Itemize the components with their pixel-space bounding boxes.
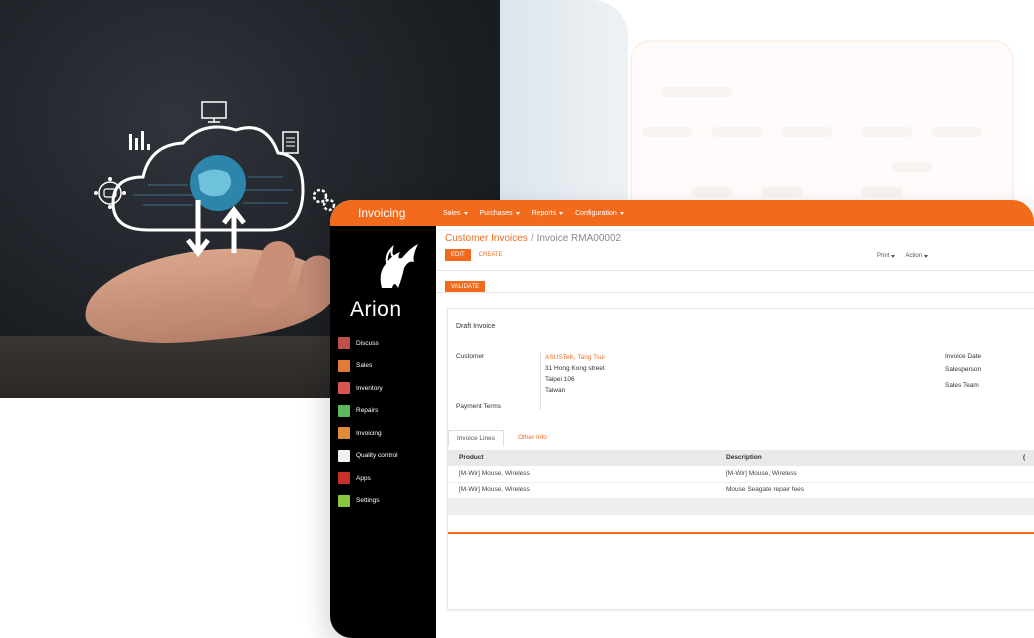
- box-icon: [338, 382, 350, 395]
- sidebar-item-repairs[interactable]: Repairs: [338, 400, 398, 423]
- nav-reports-label: Reports: [531, 209, 557, 217]
- apps-icon: [338, 472, 350, 485]
- top-navbar: Invoicing Sales Purchases Reports Config…: [330, 200, 1034, 226]
- nav-configuration-label: Configuration: [575, 209, 617, 217]
- chevron-down-icon: [515, 211, 520, 215]
- nav-sales-label: Sales: [443, 209, 461, 217]
- nav-reports[interactable]: Reports: [532, 210, 564, 217]
- table-row[interactable]: [M-Wir] Mouse, Wireless Mouse Seagate re…: [448, 482, 1034, 499]
- main-content: Customer Invoices / Invoice RMA00002 EDIT …: [436, 226, 1034, 638]
- sidebar-item-label: Sales: [356, 362, 373, 370]
- sidebar-item-label: Inventory: [356, 384, 383, 392]
- form-tabs: Invoice Lines Other Info: [448, 427, 1034, 449]
- divider: [436, 270, 1034, 271]
- sidebar-item-sales[interactable]: Sales: [338, 355, 398, 378]
- bar-chart-icon: [129, 131, 150, 150]
- customer-label: Customer: [456, 353, 485, 360]
- pegasus-logo-icon: [380, 244, 418, 288]
- customer-field: ASUSTeK, Tang Tsui 31 Hong Kong street T…: [540, 352, 605, 410]
- breadcrumb-current: Invoice RMA00002: [536, 233, 622, 244]
- sidebar-item-invoicing[interactable]: Invoicing: [338, 422, 398, 445]
- print-label: Print: [877, 253, 890, 259]
- app-brand[interactable]: Invoicing: [358, 206, 443, 220]
- record-actions: Print Action: [877, 253, 929, 259]
- sidebar-item-discuss[interactable]: Discuss: [338, 332, 398, 355]
- create-button[interactable]: CREATE: [477, 249, 505, 261]
- section-divider: [448, 532, 1034, 534]
- sidebar-item-label: Repairs: [356, 407, 379, 415]
- invoicing-app-window: Invoicing Sales Purchases Reports Config…: [330, 200, 1034, 638]
- sidebar: Arion Discuss Sales Inventory Repairs In…: [330, 226, 436, 638]
- divider: [436, 292, 1034, 293]
- form-buttons: EDIT CREATE: [445, 249, 505, 261]
- address-line-1: 31 Hong Kong street: [545, 365, 605, 372]
- sidebar-item-apps[interactable]: Apps: [338, 467, 398, 490]
- gear-icon: [338, 494, 350, 507]
- checklist-icon: [338, 449, 350, 462]
- nav-configuration[interactable]: Configuration: [575, 210, 624, 217]
- nav-purchases-label: Purchases: [479, 209, 513, 217]
- column-product[interactable]: Product: [459, 454, 484, 461]
- chevron-down-icon: [463, 211, 468, 215]
- chevron-down-icon: [619, 211, 624, 215]
- sidebar-item-quality-control[interactable]: Quality control: [338, 445, 398, 468]
- document-icon: [282, 131, 299, 154]
- chat-icon: [338, 337, 350, 350]
- chevron-down-icon: [924, 254, 929, 258]
- action-label: Action: [905, 253, 923, 259]
- breadcrumb-separator: /: [530, 233, 534, 244]
- background-ghost-panel: [630, 40, 1014, 214]
- invoice-form-sheet: Draft Invoice Customer ASUSTeK, Tang Tsu…: [447, 308, 1034, 610]
- address-line-2: Taipei 106: [545, 376, 575, 383]
- chevron-down-icon: [559, 211, 564, 215]
- breadcrumb-parent[interactable]: Customer Invoices: [445, 233, 528, 244]
- sidebar-item-inventory[interactable]: Inventory: [338, 377, 398, 400]
- nav-purchases[interactable]: Purchases: [480, 210, 520, 217]
- status-bar: VALIDATE: [445, 275, 486, 293]
- table-row[interactable]: [M-Wir] Mouse, Wireless [M-Wir] Mouse, W…: [448, 466, 1034, 483]
- monitor-icon: [201, 101, 227, 123]
- invoice-date-label: Invoice Date: [945, 353, 982, 360]
- sidebar-item-label: Settings: [356, 497, 380, 505]
- salesperson-label: Salesperson: [945, 366, 982, 373]
- top-nav-menu: Sales Purchases Reports Configuration: [443, 210, 624, 217]
- sales-team-label: Sales Team: [945, 382, 979, 389]
- customer-name-link[interactable]: ASUSTeK, Tang Tsui: [545, 352, 605, 363]
- row-product: [M-Wir] Mouse, Wireless: [459, 470, 530, 477]
- breadcrumb: Customer Invoices / Invoice RMA00002: [445, 233, 621, 244]
- print-dropdown[interactable]: Print: [877, 253, 896, 259]
- nav-sales[interactable]: Sales: [443, 210, 468, 217]
- sidebar-item-label: Apps: [356, 474, 371, 482]
- tab-invoice-lines[interactable]: Invoice Lines: [448, 430, 504, 447]
- row-product: [M-Wir] Mouse, Wireless: [459, 486, 530, 493]
- invoice-icon: [338, 427, 350, 440]
- sidebar-item-label: Discuss: [356, 339, 379, 347]
- wrench-icon: [338, 404, 350, 417]
- tab-other-info[interactable]: Other Info: [510, 430, 555, 445]
- row-description: [M-Wir] Mouse, Wireless: [726, 470, 797, 477]
- add-line-row[interactable]: [448, 499, 1034, 515]
- payment-terms-label: Payment Terms: [456, 403, 502, 410]
- sidebar-item-settings[interactable]: Settings: [338, 490, 398, 513]
- chart-up-icon: [338, 359, 350, 372]
- column-cut-off: (: [1023, 454, 1026, 461]
- sidebar-item-label: Quality control: [356, 452, 398, 460]
- invoice-status-title: Draft Invoice: [456, 323, 496, 330]
- chevron-down-icon: [891, 254, 896, 258]
- sidebar-menu: Discuss Sales Inventory Repairs Invoicin…: [338, 332, 398, 512]
- row-description: Mouse Seagate repair fees: [726, 486, 805, 493]
- logo-text: Arion: [350, 298, 402, 321]
- edit-button[interactable]: EDIT: [445, 249, 471, 261]
- lines-table-header: Product Description (: [448, 450, 1034, 466]
- sidebar-item-label: Invoicing: [356, 429, 382, 437]
- action-dropdown[interactable]: Action: [905, 253, 929, 259]
- chat-network-icon: [94, 177, 126, 209]
- column-description[interactable]: Description: [726, 454, 762, 461]
- address-line-3: Taiwan: [545, 387, 566, 394]
